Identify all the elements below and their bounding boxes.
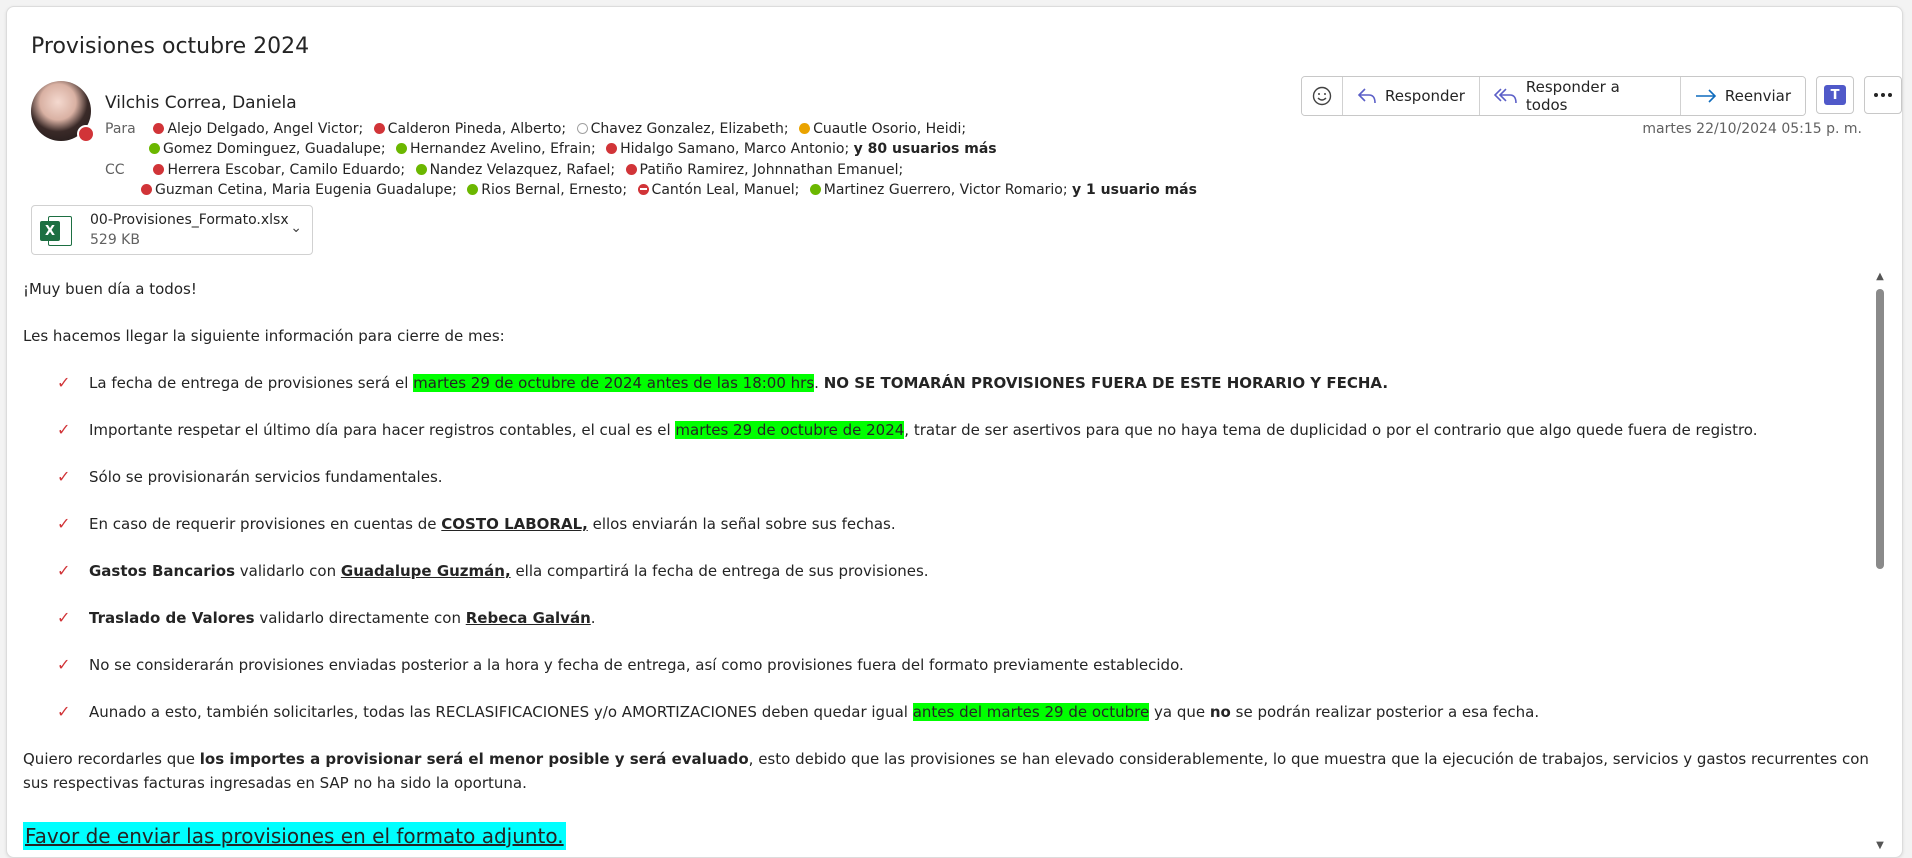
excel-file-icon: X [40,216,72,246]
checkmark-icon: ✓ [57,467,71,486]
attachment-name: 00-Provisiones_Formato.xlsx [90,212,289,228]
cc-label: CC [105,162,125,178]
presence-busy-icon [153,164,165,175]
recipient[interactable]: Hidalgo Samano, Marco Antonio; [600,141,849,157]
to-recipients-line2: Gomez Dominguez, Guadalupe; Hernandez Av… [143,139,997,159]
presence-offline-icon [576,123,588,134]
email-subject: Provisiones octubre 2024 [31,34,310,59]
presence-busy-icon [153,123,165,134]
presence-away-icon [799,123,811,134]
list-item: ✓ Importante respetar el último día para… [23,418,1879,442]
reply-button-group: Responder Responder a todos Reenviar [1301,76,1807,116]
more-horizontal-icon [1874,93,1892,97]
cc-recipients-line1: CC Herrera Escobar, Camilo Eduardo; Nand… [105,160,903,180]
list-item: ✓ No se considerarán provisiones enviada… [23,653,1879,677]
message-date: martes 22/10/2024 05:15 p. m. [1642,121,1862,137]
recipient[interactable]: Calderon Pineda, Alberto; [368,121,566,137]
checkmark-icon: ✓ [57,373,71,392]
recipient[interactable]: Guzman Cetina, Maria Eugenia Guadalupe; [135,182,457,198]
recipient[interactable]: Gomez Dominguez, Guadalupe; [143,141,386,157]
presence-available-icon [809,184,821,195]
presence-busy-icon [77,125,95,143]
more-recipients-link[interactable]: y 80 usuarios más [854,141,997,157]
recipient[interactable]: Chavez Gonzalez, Elizabeth; [571,121,789,137]
closing-paragraph: Quiero recordarles que los importes a pr… [23,750,1869,792]
forward-icon [1695,89,1717,103]
greeting: ¡Muy buen día a todos! [23,280,197,298]
list-item: ✓ Sólo se provisionarán servicios fundam… [23,465,1879,489]
attachment-size: 529 KB [90,232,140,248]
presence-busy-icon [625,164,637,175]
recipient[interactable]: Rios Bernal, Ernesto; [461,182,627,198]
recipient[interactable]: Martinez Guerrero, Victor Romario; [804,182,1068,198]
recipient[interactable]: Herrera Escobar, Camilo Eduardo; [147,162,405,178]
chevron-down-icon[interactable]: ⌄ [290,220,302,236]
recipient[interactable]: Cuautle Osorio, Heidi; [793,121,966,137]
reply-icon [1357,88,1376,104]
recipient[interactable]: Alejo Delgado, Angel Victor; [147,121,363,137]
list-item: ✓ Traslado de Valores validarlo directam… [23,606,1879,630]
sender-name[interactable]: Vilchis Correa, Daniela [105,93,297,113]
recipient[interactable]: Cantón Leal, Manuel; [632,182,799,198]
recipient[interactable]: Hernandez Avelino, Efrain; [390,141,596,157]
checkmark-icon: ✓ [57,514,71,533]
checkmark-icon: ✓ [57,655,71,674]
presence-dnd-icon [637,184,649,195]
presence-busy-icon [606,143,618,154]
reply-all-icon [1493,88,1517,104]
presence-busy-icon [373,123,385,134]
more-recipients-link[interactable]: y 1 usuario más [1072,182,1197,198]
list-item: ✓ La fecha de entrega de provisiones ser… [23,371,1879,395]
intro: Les hacemos llegar la siguiente informac… [23,327,505,345]
presence-available-icon [396,143,408,154]
recipient[interactable]: Patiño Ramirez, Johnnathan Emanuel; [620,162,903,178]
teams-icon: T [1824,85,1847,105]
to-recipients-line1: Para Alejo Delgado, Angel Victor; Calder… [105,119,966,139]
checkmark-icon: ✓ [57,608,71,627]
cc-recipients-line2: Guzman Cetina, Maria Eugenia Guadalupe; … [135,180,1197,200]
presence-busy-icon [141,184,152,195]
reply-button[interactable]: Responder [1343,77,1480,115]
message-body: ¡Muy buen día a todos! Les hacemos llega… [23,277,1879,850]
scroll-down-icon[interactable]: ▼ [1874,840,1886,851]
presence-available-icon [149,143,160,154]
more-actions-button[interactable] [1864,76,1902,114]
presence-available-icon [415,164,427,175]
react-button[interactable] [1302,77,1343,115]
list-item: ✓ Gastos Bancarios validarlo con Guadalu… [23,559,1879,583]
checkmark-icon: ✓ [57,702,71,721]
forward-button[interactable]: Reenviar [1680,77,1806,115]
presence-available-icon [467,184,479,195]
checkmark-icon: ✓ [57,420,71,439]
list-item: ✓ Aunado a esto, también solicitarles, t… [23,700,1879,724]
checkmark-icon: ✓ [57,561,71,580]
final-instruction: Favor de enviar las provisiones en el fo… [23,822,566,850]
scrollbar-thumb[interactable] [1876,289,1884,569]
vertical-scrollbar[interactable]: ▲ ▼ [1874,271,1886,851]
teams-chat-button[interactable]: T [1816,76,1855,114]
recipient[interactable]: Nandez Velazquez, Rafael; [410,162,615,178]
emoji-icon [1312,86,1332,106]
attachment-card[interactable]: X 00-Provisiones_Formato.xlsx 529 KB ⌄ [31,205,313,255]
to-label: Para [105,121,136,137]
list-item: ✓ En caso de requerir provisiones en cue… [23,512,1879,536]
message-actions: Responder Responder a todos Reenviar T [1301,76,1902,116]
email-reading-pane: Provisiones octubre 2024 Vilchis Correa,… [6,6,1903,858]
scroll-up-icon[interactable]: ▲ [1874,271,1886,282]
reply-all-button[interactable]: Responder a todos [1479,77,1681,115]
